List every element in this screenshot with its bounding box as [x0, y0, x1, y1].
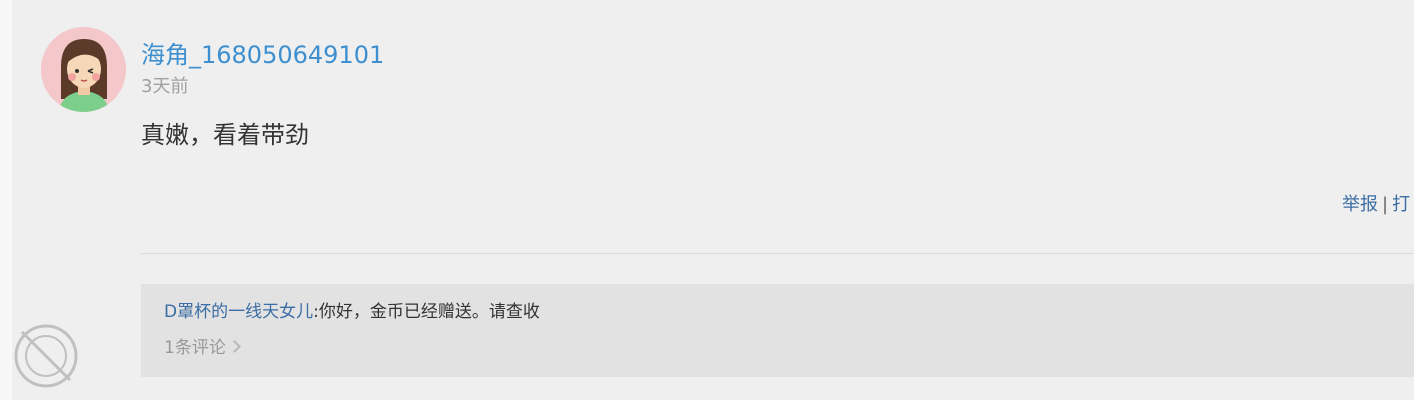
- reply-line: D罩杯的一线天女儿:你好，金币已经赠送。请查收: [164, 299, 540, 325]
- reply-count-link[interactable]: 1条评论: [164, 335, 241, 361]
- avatar[interactable]: [41, 27, 126, 112]
- avatar-illustration: [41, 27, 126, 112]
- reply-box: D罩杯的一线天女儿:你好，金币已经赠送。请查收 1条评论: [141, 284, 1414, 377]
- reply-text: 你好，金币已经赠送。请查收: [318, 302, 540, 322]
- watermark-logo: [10, 320, 82, 396]
- reply-author-link[interactable]: D罩杯的一线天女儿: [164, 302, 313, 322]
- divider: [141, 253, 1414, 254]
- action-separator: |: [1382, 194, 1389, 215]
- report-link[interactable]: 举报: [1342, 194, 1378, 215]
- chevron-right-icon: [227, 340, 241, 353]
- post-time: 3天前: [141, 76, 189, 97]
- username-link[interactable]: 海角_168050649101: [141, 40, 384, 70]
- post-content: 真嫩，看着带劲: [141, 121, 309, 149]
- reply-count-label: 1条评论: [164, 338, 226, 358]
- tip-link[interactable]: 打: [1392, 194, 1410, 215]
- post-actions: 举报 | 打: [1342, 192, 1410, 218]
